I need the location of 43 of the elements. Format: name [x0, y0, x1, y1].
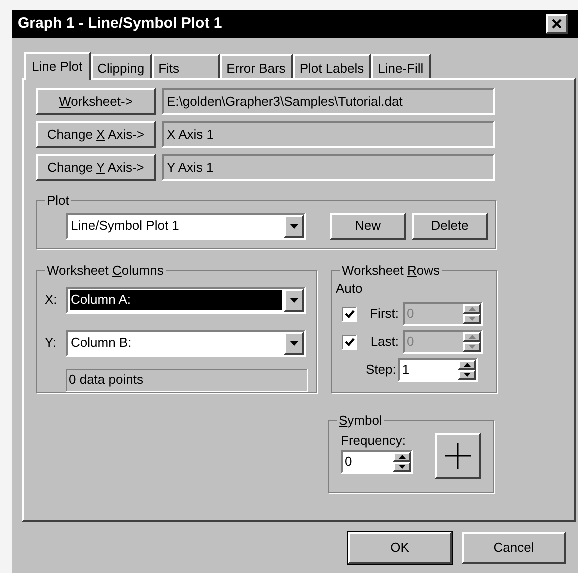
field-label: First: — [369, 305, 399, 324]
field-label: Last: — [370, 333, 399, 352]
tab[interactable]: Clipping — [90, 54, 152, 78]
close-button[interactable] — [546, 14, 568, 34]
dropdown-arrow-icon — [290, 224, 298, 228]
source-button[interactable]: Change X Axis-> — [36, 121, 156, 148]
dropdown[interactable]: Column B: — [66, 330, 306, 356]
source-button[interactable]: Change Y Axis-> — [36, 154, 156, 181]
tab[interactable]: Fits — [152, 54, 220, 78]
spin-box[interactable]: 0 — [341, 450, 413, 474]
data-points-readout: 0 data points — [66, 368, 308, 392]
dialog-button[interactable]: OK — [348, 532, 452, 564]
group-label: Worksheet Rows — [341, 262, 442, 280]
path-field: Y Axis 1 — [162, 154, 495, 181]
tab[interactable]: Error Bars — [220, 54, 293, 78]
path-field: E:\golden\Grapher3\Samples\Tutorial.dat — [162, 88, 495, 115]
dialog-button[interactable]: Cancel — [462, 532, 566, 564]
group-label: Plot — [46, 192, 70, 210]
group-label: Symbol — [338, 412, 384, 430]
spin-box[interactable]: 1 — [398, 358, 478, 382]
frequency-label: Frequency: — [341, 432, 408, 450]
field-label: Step: — [366, 361, 396, 380]
window-title: Graph 1 - Line/Symbol Plot 1 — [18, 14, 222, 34]
dropdown[interactable]: Line/Symbol Plot 1 — [66, 212, 306, 240]
group-label: Worksheet Columns — [46, 262, 165, 280]
plus-icon — [445, 442, 471, 468]
dropdown-arrow-icon — [290, 298, 298, 302]
check-icon — [344, 310, 354, 318]
close-icon — [552, 19, 562, 29]
check-icon — [344, 338, 354, 346]
dropdown-arrow-icon — [290, 340, 298, 346]
tab[interactable]: Line-Fill — [371, 54, 431, 78]
tab[interactable]: Line Plot — [24, 52, 91, 80]
dropdown[interactable]: Column A: — [66, 286, 306, 314]
tab[interactable]: Plot Labels — [292, 54, 372, 78]
path-field: X Axis 1 — [162, 121, 495, 148]
axis-label: X: — [45, 291, 58, 310]
auto-label: Auto — [336, 280, 364, 298]
plot-button[interactable]: New — [330, 212, 406, 240]
source-button[interactable]: Worksheet-> — [36, 88, 156, 115]
axis-label: Y: — [45, 334, 58, 352]
symbol-button[interactable] — [435, 432, 481, 478]
plot-button[interactable]: Delete — [412, 212, 488, 240]
